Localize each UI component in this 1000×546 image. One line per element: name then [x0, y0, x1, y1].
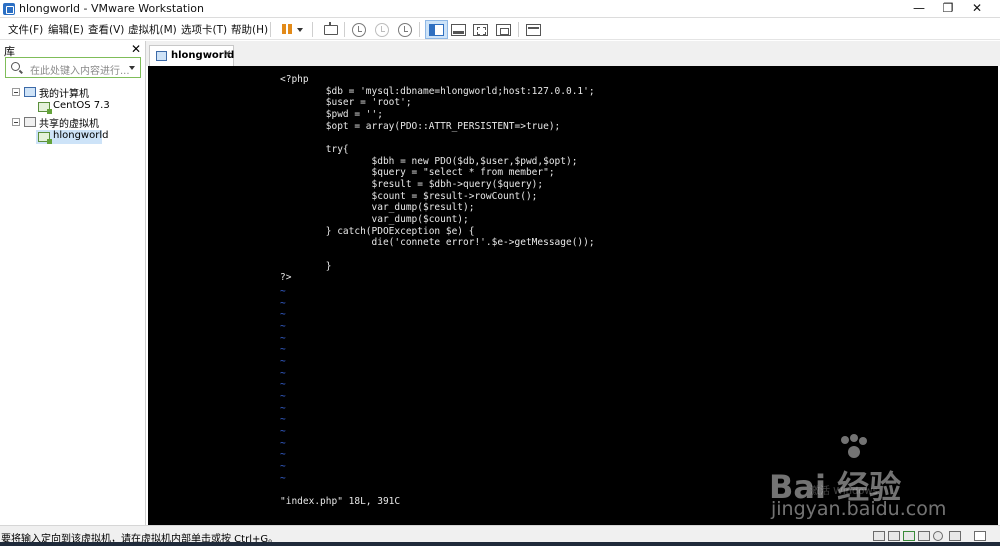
send-ctrl-alt-del-icon[interactable] — [321, 21, 339, 38]
windows-taskbar-edge — [0, 542, 1000, 546]
toolbar-separator — [344, 22, 345, 37]
menu-help[interactable]: 帮助(H) — [231, 22, 268, 37]
title-bar: hlongworld - VMware Workstation — ❐ ✕ — [0, 0, 1000, 18]
tab-strip: hlongworld ✕ — [146, 41, 1000, 66]
chevron-down-icon[interactable] — [129, 66, 135, 70]
toolbar-separator — [419, 22, 420, 37]
tree-item-centos[interactable]: CentOS 7.3 — [0, 100, 146, 114]
vmware-app-icon — [3, 3, 15, 15]
vim-status-line: "index.php" 18L, 391C — [280, 496, 401, 507]
search-icon — [11, 62, 20, 71]
tree-label: 我的计算机 — [39, 89, 89, 100]
take-snapshot-icon[interactable] — [352, 23, 366, 37]
window-title: hlongworld - VMware Workstation — [19, 2, 204, 15]
hard-disk-icon[interactable] — [873, 531, 885, 541]
snapshot-manager-icon[interactable] — [398, 23, 412, 37]
collapse-icon[interactable] — [12, 88, 20, 96]
library-view-icon[interactable] — [429, 24, 444, 36]
display-icon[interactable] — [949, 531, 961, 541]
menu-view[interactable]: 查看(V) — [88, 22, 124, 37]
vm-icon — [38, 102, 52, 114]
tree-label: hlongworld — [53, 130, 109, 141]
library-panel: 库 ✕ 在此处键入内容进行... 我的计算机 CentOS 7.3 共享的虚拟机… — [0, 41, 146, 525]
menu-edit[interactable]: 编辑(E) — [48, 22, 84, 37]
search-placeholder: 在此处键入内容进行... — [30, 66, 130, 77]
minimize-button[interactable]: — — [904, 0, 934, 18]
console-view-icon[interactable] — [526, 24, 541, 36]
tree-label: 共享的虚拟机 — [39, 119, 99, 130]
tab-hlongworld[interactable]: hlongworld ✕ — [149, 45, 234, 66]
vm-icon — [38, 132, 52, 144]
network-adapter-icon[interactable] — [903, 531, 915, 541]
cd-dvd-icon[interactable] — [888, 531, 900, 541]
tree-label: CentOS 7.3 — [53, 100, 110, 111]
thumbnail-bar-icon[interactable] — [451, 24, 466, 36]
computer-icon — [24, 87, 36, 97]
library-close-icon[interactable]: ✕ — [131, 42, 141, 56]
menu-vm[interactable]: 虚拟机(M) — [128, 22, 177, 37]
close-button[interactable]: ✕ — [962, 0, 992, 18]
revert-snapshot-icon[interactable] — [375, 23, 389, 37]
shared-vm-icon — [24, 117, 36, 127]
library-search-input[interactable]: 在此处键入内容进行... — [5, 57, 141, 78]
tree-item-my-computer[interactable]: 我的计算机 — [0, 85, 146, 100]
full-screen-icon[interactable] — [473, 24, 488, 36]
toolbar-separator — [312, 22, 313, 37]
paw-icon — [837, 434, 867, 464]
menu-tabs[interactable]: 选项卡(T) — [181, 22, 227, 37]
collapse-icon[interactable] — [12, 118, 20, 126]
maximize-button[interactable]: ❐ — [933, 0, 963, 18]
toolbar-separator — [270, 22, 271, 37]
watermark-url: jingyan.baidu.com — [771, 498, 947, 520]
baidu-jingyan-watermark: 激活 Windows Bai 经验 jingyan.baidu.com — [765, 434, 995, 524]
toolbar-separator — [518, 22, 519, 37]
menu-file[interactable]: 文件(F) — [8, 22, 43, 37]
vm-tab-icon — [156, 51, 167, 61]
usb-controller-icon[interactable] — [918, 531, 930, 541]
tab-close-icon[interactable]: ✕ — [223, 49, 231, 60]
unity-icon[interactable] — [496, 24, 511, 36]
vim-empty-lines: ~ ~ ~ ~ ~ ~ ~ ~ ~ ~ ~ ~ ~ ~ ~ ~ ~ — [280, 286, 286, 484]
message-log-icon[interactable] — [974, 531, 986, 541]
power-dropdown-icon[interactable] — [295, 21, 305, 38]
tree-item-shared-vms[interactable]: 共享的虚拟机 — [0, 115, 146, 130]
tree-item-hlongworld[interactable]: hlongworld — [36, 130, 108, 144]
vm-console[interactable]: <?php $db = 'mysql:dbname=hlongworld;hos… — [148, 66, 998, 525]
sound-card-icon[interactable] — [933, 531, 943, 541]
menu-toolbar: 文件(F) 编辑(E) 查看(V) 虚拟机(M) 选项卡(T) 帮助(H) — [0, 19, 1000, 40]
vim-code-text: <?php $db = 'mysql:dbname=hlongworld;hos… — [280, 74, 595, 284]
